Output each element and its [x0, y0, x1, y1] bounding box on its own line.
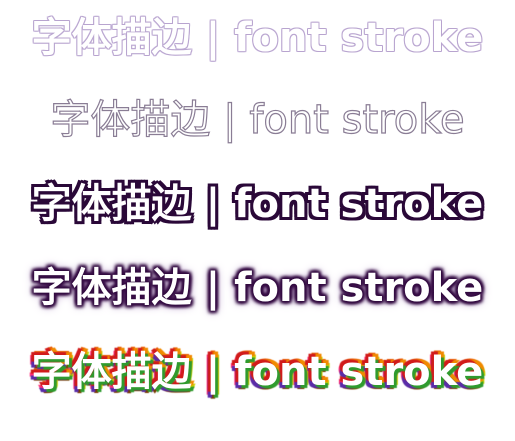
stroke-demo-heavy-stroke-text: 字体描边 | font stroke	[31, 181, 484, 227]
stroke-demo-soft-purple-text: 字体描边 | font stroke	[31, 15, 484, 61]
font-stroke-demo-page: 字体描边 | font stroke 字体描边 | font stroke 字体…	[0, 0, 515, 441]
stroke-demo-colorful-stroke-text: 字体描边 | font stroke	[31, 349, 484, 395]
stroke-demo-glow-stroke-text: 字体描边 | font stroke	[31, 265, 484, 311]
stroke-demo-outline-text: 字体描边 | font stroke	[50, 97, 465, 143]
